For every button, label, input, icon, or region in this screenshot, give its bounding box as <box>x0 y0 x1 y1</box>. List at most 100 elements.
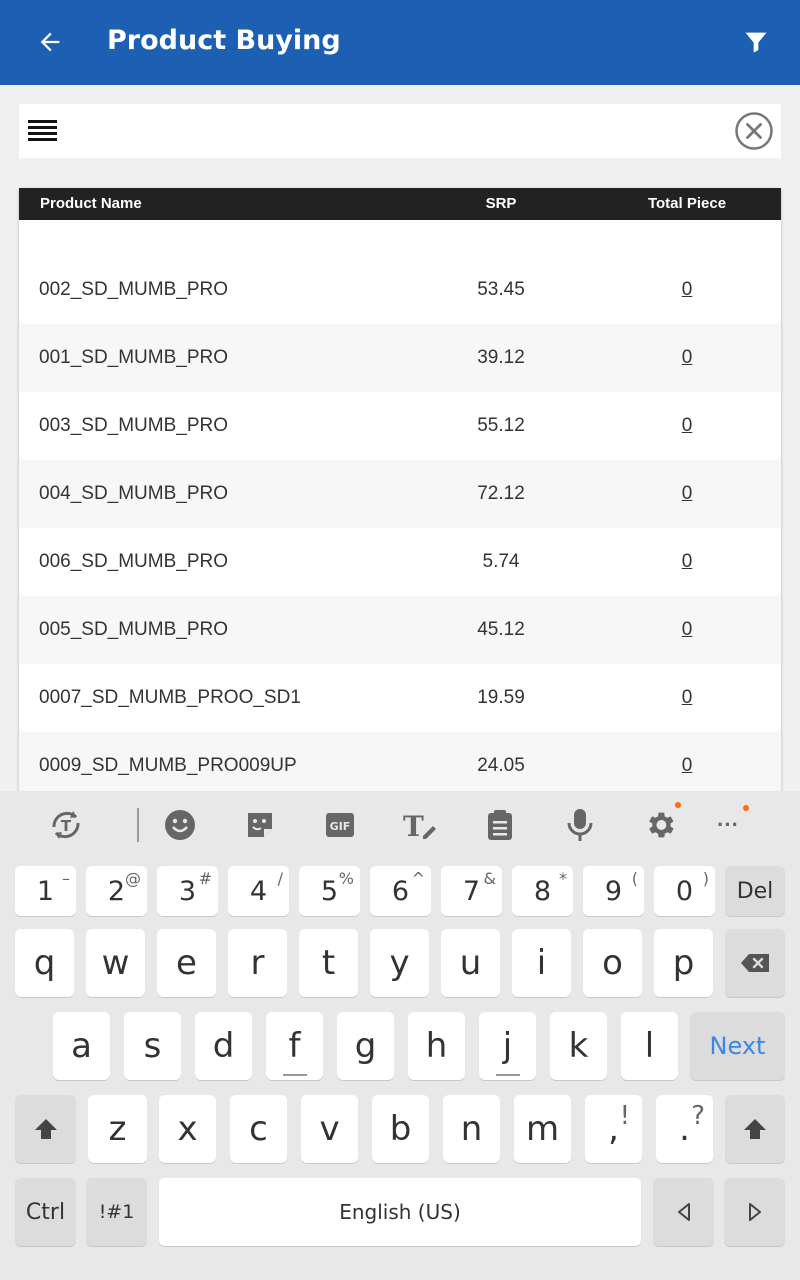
shift-arrow-icon <box>34 1119 57 1139</box>
total-piece-link[interactable]: 0 <box>637 324 737 392</box>
product-name-cell: 001_SD_MUMB_PRO <box>39 347 229 368</box>
arrow-back-icon[interactable] <box>30 22 70 62</box>
symbols-key[interactable]: !#1 <box>86 1178 147 1246</box>
key-3[interactable]: 3 # <box>157 866 218 916</box>
srp-cell: 19.59 <box>477 687 525 708</box>
table-row[interactable]: 0007_SD_MUMB_PROO_SD1 19.59 0 <box>19 664 781 732</box>
app-bar: Product Buying <box>0 0 800 85</box>
key-i[interactable]: i <box>512 929 571 997</box>
key-comma[interactable]: ,! <box>585 1095 642 1163</box>
more-notification-dot <box>743 805 749 811</box>
total-piece-link[interactable]: 0 <box>637 528 737 596</box>
key-n[interactable]: n <box>443 1095 500 1163</box>
more-icon[interactable]: ··· <box>708 805 748 845</box>
key-e[interactable]: e <box>157 929 216 997</box>
total-piece-link[interactable]: 0 <box>637 596 737 664</box>
product-name-cell: 002_SD_MUMB_PRO <box>39 279 229 300</box>
table-row[interactable]: 001_SD_MUMB_PRO 39.12 0 <box>19 324 781 392</box>
key-1[interactable]: 1– <box>15 866 76 916</box>
key-0[interactable]: 0) <box>654 866 715 916</box>
srp-cell: 5.74 <box>482 551 520 572</box>
key-7[interactable]: 7 & <box>441 866 502 916</box>
key-b[interactable]: b <box>372 1095 429 1163</box>
triangle-left-icon <box>677 1203 690 1221</box>
key-4[interactable]: 4/ <box>228 866 289 916</box>
filter-icon[interactable] <box>738 24 774 60</box>
shift-key-left[interactable] <box>15 1095 76 1163</box>
key-a[interactable]: a <box>53 1012 110 1080</box>
key-9[interactable]: 9( <box>583 866 644 916</box>
srp-cell: 53.45 <box>477 279 525 300</box>
total-piece-link[interactable]: 0 <box>637 732 737 800</box>
srp-cell: 45.12 <box>477 619 525 640</box>
total-piece-link[interactable]: 0 <box>637 664 737 732</box>
content-area: Product Name SRP Total Piece 002_SD_MUMB… <box>0 85 800 808</box>
product-name-cell: 003_SD_MUMB_PRO <box>39 415 229 436</box>
table-row[interactable]: 002_SD_MUMB_PRO 53.45 0 <box>19 256 781 324</box>
key-c[interactable]: c <box>230 1095 287 1163</box>
table-row[interactable]: 003_SD_MUMB_PRO 55.12 0 <box>19 392 781 460</box>
header-total-piece: Total Piece <box>647 195 727 212</box>
table-row[interactable]: 006_SD_MUMB_PRO 5.74 0 <box>19 528 781 596</box>
key-5[interactable]: 5% <box>299 866 360 916</box>
total-piece-link[interactable]: 0 <box>637 392 737 460</box>
key-m[interactable]: m <box>514 1095 571 1163</box>
page-title: Product Buying <box>107 25 341 56</box>
settings-notification-dot <box>675 802 681 808</box>
cursor-right-key[interactable] <box>724 1178 785 1246</box>
key-p[interactable]: p <box>654 929 713 997</box>
key-t[interactable]: t <box>299 929 358 997</box>
key-h[interactable]: h <box>408 1012 465 1080</box>
key-8[interactable]: 8 * <box>512 866 573 916</box>
key-w[interactable]: w <box>86 929 145 997</box>
shift-key-right[interactable] <box>725 1095 785 1163</box>
handwriting-icon[interactable]: T <box>400 805 440 845</box>
key-6[interactable]: 6 ^ <box>370 866 431 916</box>
clipboard-icon[interactable] <box>480 805 520 845</box>
key-v[interactable]: v <box>301 1095 358 1163</box>
search-bar[interactable] <box>19 104 781 158</box>
srp-cell: 39.12 <box>477 347 525 368</box>
total-piece-link[interactable]: 0 <box>637 460 737 528</box>
key-l[interactable]: l <box>621 1012 678 1080</box>
key-g[interactable]: g <box>337 1012 394 1080</box>
key-x[interactable]: x <box>159 1095 216 1163</box>
next-key[interactable]: Next <box>690 1012 785 1080</box>
backspace-key[interactable] <box>725 929 785 997</box>
key-q[interactable]: q <box>15 929 74 997</box>
key-s[interactable]: s <box>124 1012 181 1080</box>
translate-icon[interactable]: T <box>46 805 86 845</box>
key-u[interactable]: u <box>441 929 500 997</box>
total-piece-link[interactable]: 0 <box>637 256 737 324</box>
gif-icon[interactable]: GIF <box>320 805 360 845</box>
sticker-icon[interactable] <box>240 805 280 845</box>
key-j[interactable]: j <box>479 1012 536 1080</box>
key-y[interactable]: y <box>370 929 429 997</box>
menu-lines-icon[interactable] <box>28 118 58 144</box>
table-row[interactable]: 004_SD_MUMB_PRO 72.12 0 <box>19 460 781 528</box>
key-z[interactable]: z <box>88 1095 147 1163</box>
shift-arrow-icon <box>744 1119 766 1139</box>
key-f[interactable]: f <box>266 1012 323 1080</box>
key-period[interactable]: .? <box>656 1095 713 1163</box>
key-k[interactable]: k <box>550 1012 607 1080</box>
space-key[interactable]: English (US) <box>159 1178 641 1246</box>
header-product-name: Product Name <box>40 195 142 212</box>
ctrl-key[interactable]: Ctrl <box>15 1178 76 1246</box>
product-name-cell: 0009_SD_MUMB_PRO009UP <box>39 755 297 776</box>
table-row[interactable]: 0009_SD_MUMB_PRO009UP 24.05 0 <box>19 732 781 800</box>
cursor-left-key[interactable] <box>653 1178 714 1246</box>
table-row[interactable]: 005_SD_MUMB_PRO 45.12 0 <box>19 596 781 664</box>
emoji-icon[interactable] <box>160 805 200 845</box>
product-name-cell: 005_SD_MUMB_PRO <box>39 619 229 640</box>
del-key[interactable]: Del <box>725 866 785 916</box>
key-d[interactable]: d <box>195 1012 252 1080</box>
settings-icon[interactable] <box>640 805 680 845</box>
keyboard-toolbar: T GIF T ··· <box>0 791 800 859</box>
key-r[interactable]: r <box>228 929 287 997</box>
microphone-icon[interactable] <box>560 805 600 845</box>
key-o[interactable]: o <box>583 929 642 997</box>
close-circle-icon[interactable] <box>735 112 773 150</box>
key-2[interactable]: 2 @ <box>86 866 147 916</box>
svg-text:T: T <box>61 817 72 835</box>
